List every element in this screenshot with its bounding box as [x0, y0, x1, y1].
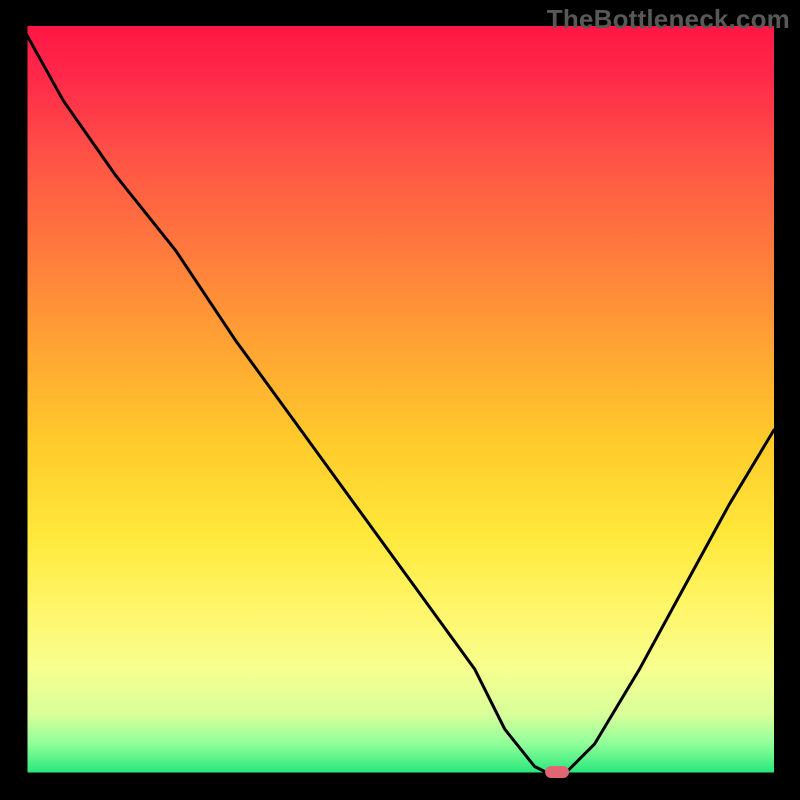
plot-background [26, 26, 774, 774]
watermark-text: TheBottleneck.com [547, 4, 790, 35]
bottleneck-chart [0, 0, 800, 800]
chart-container: TheBottleneck.com [0, 0, 800, 800]
optimal-point-marker [545, 766, 569, 778]
